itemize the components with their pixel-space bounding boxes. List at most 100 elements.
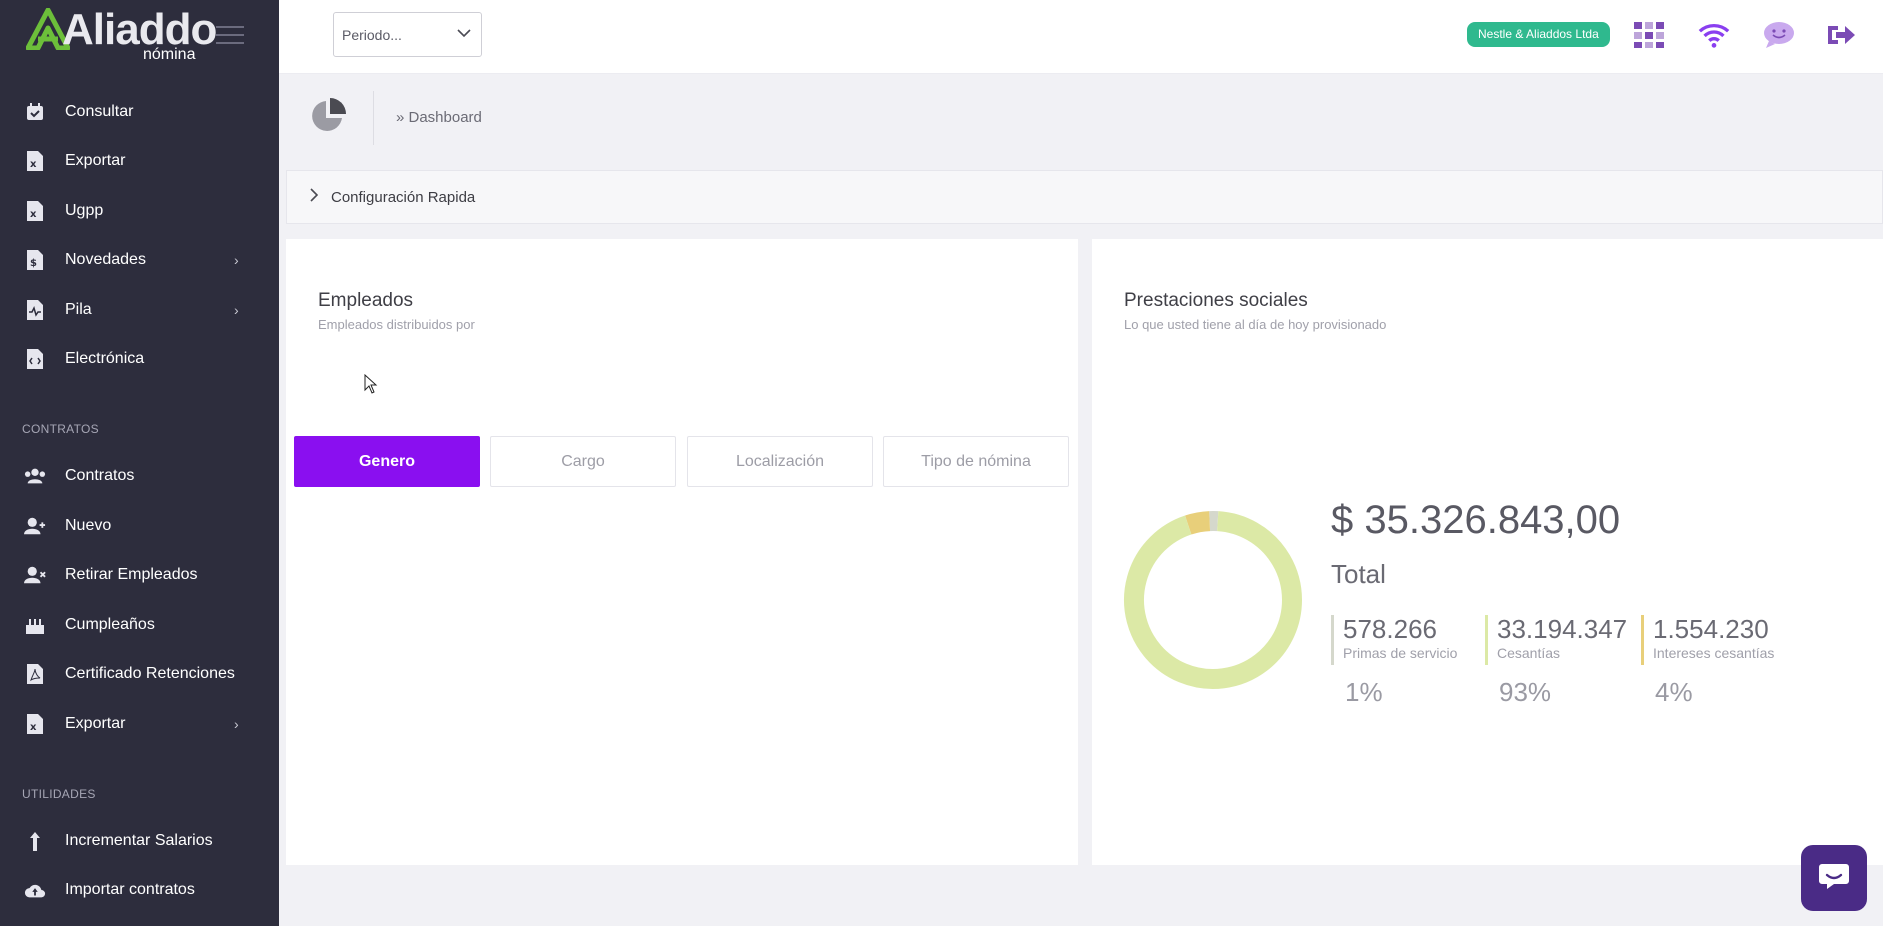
sidebar-item-contratos[interactable]: Contratos xyxy=(0,453,279,499)
chat-bubble-icon xyxy=(1818,862,1850,895)
benefits-card: Prestaciones sociales Lo que usted tiene… xyxy=(1092,239,1883,865)
stat-value: 33.194.347 xyxy=(1497,614,1628,644)
chat-smile-icon[interactable] xyxy=(1762,18,1796,52)
chat-widget-button[interactable] xyxy=(1801,845,1867,911)
excel-file-icon: x xyxy=(24,200,46,222)
pie-chart-icon xyxy=(309,97,347,140)
donut-slice-intereses-cesant-as[interactable] xyxy=(1185,511,1211,535)
tab-genero[interactable]: Genero xyxy=(294,436,480,487)
apps-grid-icon[interactable] xyxy=(1632,18,1666,52)
tab-localizacion[interactable]: Localización xyxy=(687,436,873,487)
divider xyxy=(373,91,374,145)
excel-file-icon: x xyxy=(24,150,46,172)
chevron-right-icon: › xyxy=(234,252,239,268)
sidebar-item-label: Exportar xyxy=(65,152,126,169)
excel-file-icon: x xyxy=(24,713,46,735)
period-select-value: Periodo... xyxy=(342,26,402,43)
sidebar-item-label: Consultar xyxy=(65,103,134,120)
sidebar-item-label: Contratos xyxy=(65,467,135,484)
sidebar-item-label: Novedades xyxy=(65,251,146,268)
sidebar-item-importar-contratos[interactable]: Importar contratos xyxy=(0,867,279,913)
stat-value: 578.266 xyxy=(1343,614,1437,644)
stat-percent: 1% xyxy=(1345,677,1383,707)
tab-tipo-nomina[interactable]: Tipo de nómina xyxy=(883,436,1069,487)
stat-cesantias: 33.194.347 Cesantías 93% xyxy=(1485,614,1628,707)
users-icon xyxy=(24,465,46,487)
sidebar-item-electronica[interactable]: Electrónica xyxy=(0,336,279,382)
chevron-down-icon xyxy=(457,25,471,41)
sidebar-item-label: Retirar Empleados xyxy=(65,566,198,583)
breadcrumb-bar: » Dashboard xyxy=(279,75,1883,161)
sidebar-item-cumpleanos[interactable]: Cumpleaños xyxy=(0,602,279,648)
logout-icon[interactable] xyxy=(1824,18,1858,52)
top-bar: Periodo... Nestle & Aliaddos Ltda xyxy=(279,0,1883,74)
employees-card: Empleados Empleados distribuidos por Gen… xyxy=(286,239,1078,865)
sidebar-item-label: Incrementar Salarios xyxy=(65,832,213,849)
benefits-total-value: $ 35.326.843,00 xyxy=(1331,498,1621,542)
stat-label: Cesantías xyxy=(1497,645,1561,661)
pulse-file-icon xyxy=(24,299,46,321)
breadcrumb[interactable]: » Dashboard xyxy=(396,109,482,126)
dollar-file-icon: $ xyxy=(24,249,46,271)
sidebar-item-label: Electrónica xyxy=(65,350,145,367)
benefits-total-label: Total xyxy=(1331,559,1386,589)
donut-slice-cesant-as[interactable] xyxy=(1124,511,1302,689)
benefits-subtitle: Lo que usted tiene al día de hoy provisi… xyxy=(1124,317,1387,332)
stat-label: Primas de servicio xyxy=(1343,645,1458,661)
svg-text:$: $ xyxy=(30,258,37,269)
brand-product: nómina xyxy=(143,46,196,63)
tab-cargo[interactable]: Cargo xyxy=(490,436,676,487)
stat-primas: 578.266 Primas de servicio 1% xyxy=(1331,614,1458,707)
sidebar: Aliaddo nómina Consultar x Exportar x Ug… xyxy=(0,0,279,926)
menu-toggle-icon[interactable] xyxy=(216,26,244,50)
sidebar-item-label: Importar contratos xyxy=(65,881,195,898)
sidebar-item-label: Certificado Retenciones xyxy=(65,665,235,682)
sidebar-item-consultar[interactable]: Consultar xyxy=(0,89,279,135)
sidebar-item-label: Ugpp xyxy=(65,202,104,219)
sidebar-item-exportar[interactable]: x Exportar xyxy=(0,138,279,184)
code-file-icon xyxy=(24,348,46,370)
sidebar-item-nuevo[interactable]: Nuevo xyxy=(0,503,279,549)
birthday-cake-icon xyxy=(24,614,46,636)
sidebar-item-novedades[interactable]: $ Novedades › xyxy=(0,237,279,283)
stat-value: 1.554.230 xyxy=(1653,614,1769,644)
calendar-check-icon xyxy=(24,101,46,123)
sidebar-item-exportar-contratos[interactable]: x Exportar › xyxy=(0,701,279,747)
employees-title: Empleados xyxy=(318,290,414,311)
sidebar-item-certificado-retenciones[interactable]: Certificado Retenciones xyxy=(0,651,279,697)
benefits-donut-chart xyxy=(1124,511,1302,689)
sidebar-item-label: Nuevo xyxy=(65,517,112,534)
svg-text:x: x xyxy=(30,159,37,170)
section-heading-utilidades: UTILIDADES xyxy=(22,787,96,801)
user-plus-icon xyxy=(24,515,46,537)
stat-intereses: 1.554.230 Intereses cesantías 4% xyxy=(1641,614,1775,707)
quick-config-label: Configuración Rapida xyxy=(331,188,476,206)
sidebar-item-label: Exportar xyxy=(65,715,126,732)
chevron-right-icon xyxy=(309,187,319,207)
company-badge[interactable]: Nestle & Aliaddos Ltda xyxy=(1467,22,1610,47)
mouse-cursor-icon xyxy=(364,373,378,399)
section-heading-contratos: CONTRATOS xyxy=(22,422,99,436)
stat-label: Intereses cesantías xyxy=(1653,645,1775,661)
user-times-icon xyxy=(24,564,46,586)
sidebar-item-label: Pila xyxy=(65,301,92,318)
employees-subtitle: Empleados distribuidos por xyxy=(318,317,475,332)
quick-config-toggle[interactable]: Configuración Rapida xyxy=(286,170,1883,224)
stat-percent: 4% xyxy=(1655,677,1693,707)
sidebar-item-ugpp[interactable]: x Ugpp xyxy=(0,188,279,234)
chevron-right-icon: › xyxy=(234,302,239,318)
pdf-file-icon xyxy=(24,663,46,685)
period-select[interactable]: Periodo... xyxy=(333,12,482,57)
wifi-icon[interactable] xyxy=(1697,18,1731,52)
arrow-up-icon xyxy=(24,830,46,852)
chevron-right-icon: › xyxy=(234,716,239,732)
sidebar-item-pila[interactable]: Pila › xyxy=(0,287,279,333)
sidebar-item-retirar-empleados[interactable]: Retirar Empleados xyxy=(0,552,279,598)
svg-text:x: x xyxy=(30,209,37,220)
sidebar-item-incrementar-salarios[interactable]: Incrementar Salarios xyxy=(0,818,279,864)
cloud-upload-icon xyxy=(24,879,46,901)
sidebar-item-label: Cumpleaños xyxy=(65,616,155,633)
svg-text:x: x xyxy=(30,722,37,733)
stat-percent: 93% xyxy=(1499,677,1552,707)
benefits-title: Prestaciones sociales xyxy=(1124,290,1308,311)
